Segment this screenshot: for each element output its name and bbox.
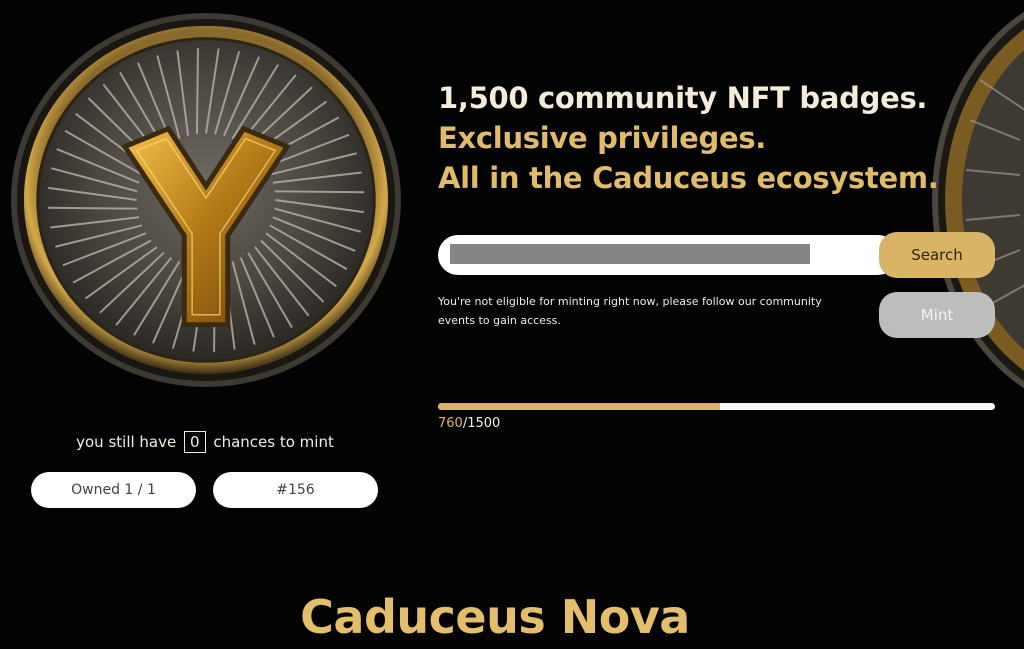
owned-count-pill: Owned 1 / 1 <box>31 472 196 508</box>
headline-line-1: 1,500 community NFT badges. <box>438 81 928 115</box>
brand-title: Caduceus Nova <box>300 590 690 644</box>
mint-progress-fill <box>438 403 721 410</box>
mint-button[interactable]: Mint <box>879 292 995 338</box>
headline-line-3: All in the Caduceus ecosystem. <box>438 161 939 195</box>
mint-eligibility-notice: You're not eligible for minting right no… <box>438 295 822 327</box>
owned-label: Owned <box>71 482 120 498</box>
nft-badge-coin-image <box>11 12 401 388</box>
owned-value: 1 / 1 <box>124 482 156 498</box>
search-button[interactable]: Search <box>879 232 995 278</box>
wallet-search-input[interactable] <box>450 244 810 264</box>
chances-suffix: chances to mint <box>213 433 334 451</box>
search-bar <box>438 235 898 275</box>
token-id-pill: #156 <box>213 472 378 508</box>
chances-count: 0 <box>184 431 206 453</box>
headline-line-2: Exclusive privileges. <box>438 121 767 155</box>
chances-prefix: you still have <box>76 433 177 451</box>
total-supply: 1500 <box>467 416 501 431</box>
mint-progress-count: 760/1500 <box>438 416 500 431</box>
mint-progress-bar <box>438 403 995 410</box>
nft-badge-coin-edge-image <box>932 11 1024 389</box>
mint-chances-text: you still have 0 chances to mint <box>40 431 370 453</box>
minted-count: 760 <box>438 416 463 431</box>
hero-headline: 1,500 community NFT badges. Exclusive pr… <box>438 78 1008 198</box>
